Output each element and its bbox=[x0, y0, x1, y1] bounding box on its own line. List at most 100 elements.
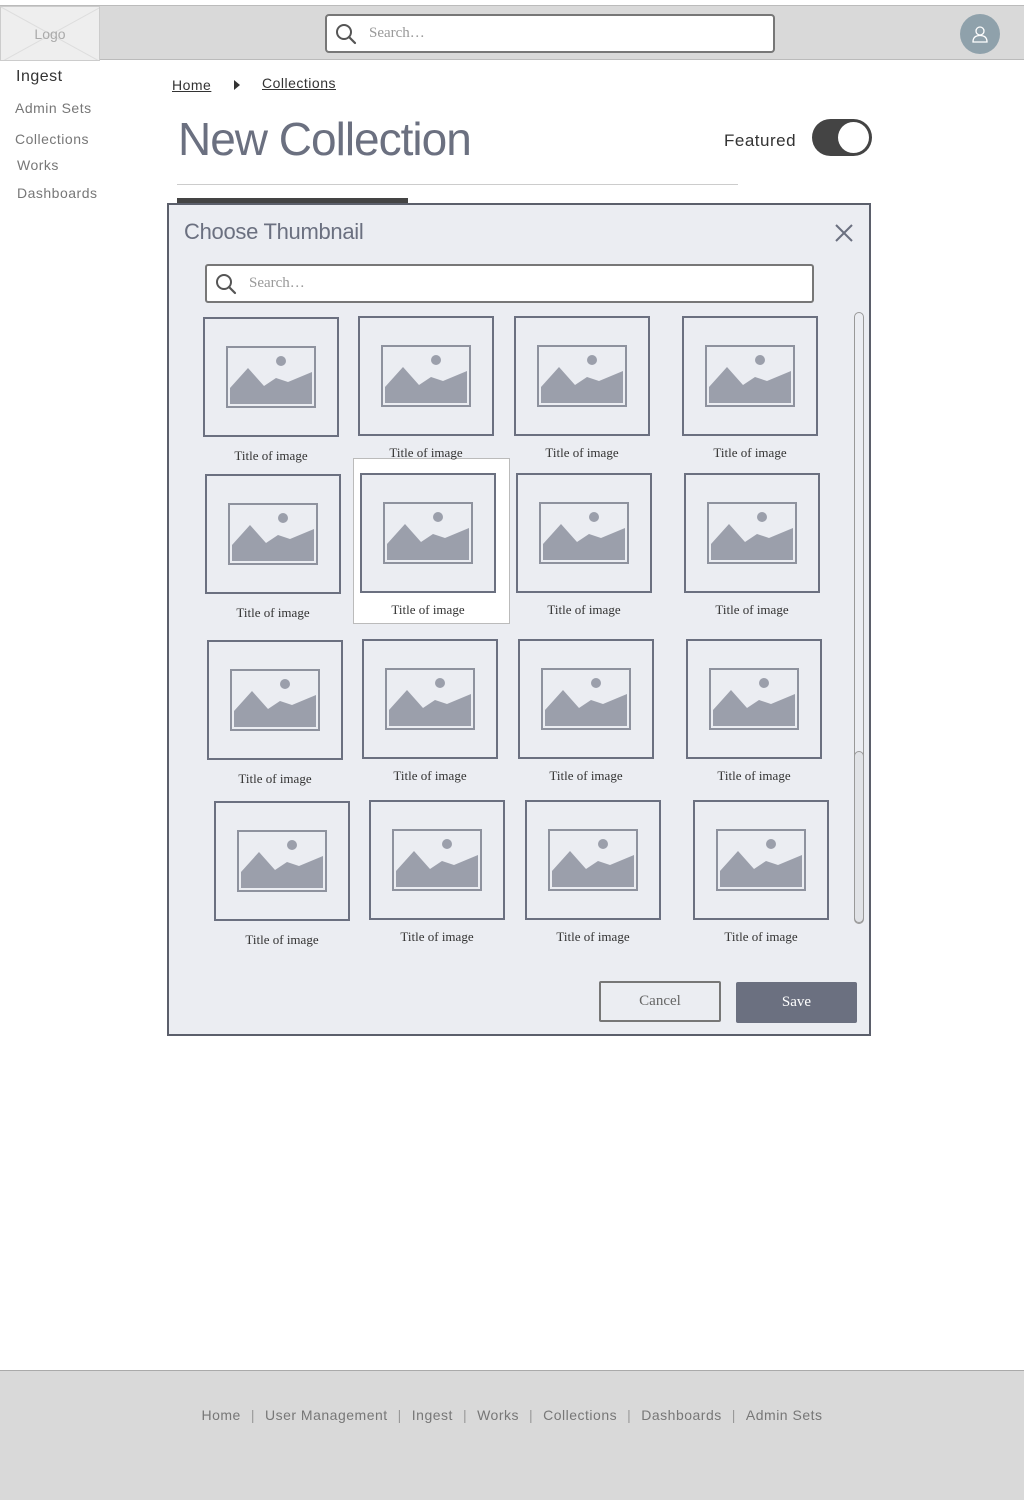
modal-title: Choose Thumbnail bbox=[184, 219, 364, 244]
footer-separator: | bbox=[397, 1407, 402, 1423]
breadcrumb-chevron-icon bbox=[234, 80, 240, 90]
thumbnail-caption: Title of image bbox=[547, 602, 621, 617]
footer-link[interactable]: Dashboards bbox=[641, 1407, 722, 1423]
thumbnail-item[interactable]: Title of image bbox=[203, 317, 339, 464]
footer-link[interactable]: Home bbox=[201, 1407, 240, 1423]
thumbnail-item[interactable]: Title of image bbox=[207, 640, 343, 787]
image-placeholder-icon bbox=[537, 345, 627, 407]
thumbnail-image[interactable] bbox=[682, 316, 818, 436]
thumbnail-item[interactable]: Title of image bbox=[214, 801, 350, 948]
featured-label: Featured bbox=[724, 131, 797, 150]
thumbnail-caption: Title of image bbox=[391, 602, 465, 617]
search-icon bbox=[336, 23, 357, 44]
breadcrumb-collections[interactable]: Collections bbox=[262, 75, 336, 91]
global-search[interactable] bbox=[325, 14, 775, 53]
thumbnail-item[interactable]: Title of image bbox=[525, 800, 661, 945]
logo-text: Logo bbox=[34, 25, 66, 42]
image-placeholder-icon bbox=[548, 829, 638, 891]
image-placeholder-icon bbox=[709, 668, 799, 730]
thumbnail-search-input[interactable] bbox=[247, 274, 812, 293]
thumbnail-caption: Title of image bbox=[238, 771, 312, 786]
thumbnail-image[interactable] bbox=[684, 473, 820, 593]
thumbnail-image[interactable] bbox=[516, 473, 652, 593]
top-header: Logo bbox=[0, 5, 1024, 61]
thumbnail-image[interactable] bbox=[686, 639, 822, 759]
thumbnail-image[interactable] bbox=[205, 474, 341, 594]
thumbnail-item[interactable]: Title of image bbox=[358, 316, 494, 461]
image-placeholder-icon bbox=[381, 345, 471, 407]
thumbnail-image[interactable] bbox=[214, 801, 350, 921]
logo[interactable]: Logo bbox=[0, 6, 100, 61]
footer-separator: | bbox=[250, 1407, 255, 1423]
thumbnail-caption: Title of image bbox=[236, 605, 310, 620]
footer-link[interactable]: Works bbox=[477, 1407, 519, 1423]
user-avatar[interactable] bbox=[960, 14, 1000, 54]
choose-thumbnail-modal: Choose Thumbnail Title of image Title of … bbox=[167, 203, 871, 1036]
image-placeholder-icon bbox=[707, 502, 797, 564]
image-placeholder-icon bbox=[705, 345, 795, 407]
thumbnail-image[interactable] bbox=[203, 317, 339, 437]
thumbnail-image[interactable] bbox=[525, 800, 661, 920]
thumbnail-image[interactable] bbox=[360, 473, 496, 593]
thumbnail-item[interactable]: Title of image bbox=[360, 473, 496, 618]
thumbnail-item[interactable]: Title of image bbox=[518, 639, 654, 784]
footer-link[interactable]: User Management bbox=[265, 1407, 388, 1423]
thumbnail-item[interactable]: Title of image bbox=[514, 316, 650, 461]
thumbnail-image[interactable] bbox=[693, 800, 829, 920]
thumbnail-item[interactable]: Title of image bbox=[693, 800, 829, 945]
sidebar-title-ingest[interactable]: Ingest bbox=[16, 68, 63, 86]
footer-link[interactable]: Admin Sets bbox=[746, 1407, 823, 1423]
thumbnail-image[interactable] bbox=[514, 316, 650, 436]
thumbnail-item[interactable]: Title of image bbox=[362, 639, 498, 784]
sidebar-item-admin-sets[interactable]: Admin Sets bbox=[15, 100, 92, 116]
sidebar-item-collections[interactable]: Collections bbox=[15, 131, 89, 147]
close-icon[interactable] bbox=[833, 222, 855, 244]
thumbnail-caption: Title of image bbox=[556, 929, 630, 944]
thumbnail-item[interactable]: Title of image bbox=[516, 473, 652, 618]
search-icon bbox=[216, 273, 237, 294]
footer-link[interactable]: Ingest bbox=[412, 1407, 453, 1423]
toggle-knob bbox=[838, 122, 869, 153]
thumbnail-caption: Title of image bbox=[717, 768, 791, 783]
image-placeholder-icon bbox=[237, 830, 327, 892]
sidebar-item-works[interactable]: Works bbox=[17, 157, 59, 173]
thumbnail-item[interactable]: Title of image bbox=[205, 474, 341, 621]
thumbnail-caption: Title of image bbox=[245, 932, 319, 947]
image-placeholder-icon bbox=[539, 502, 629, 564]
featured-toggle[interactable] bbox=[812, 119, 872, 156]
thumbnail-item[interactable]: Title of image bbox=[682, 316, 818, 461]
image-placeholder-icon bbox=[228, 503, 318, 565]
image-placeholder-icon bbox=[541, 668, 631, 730]
thumbnail-search[interactable] bbox=[205, 264, 814, 303]
footer-separator: | bbox=[627, 1407, 632, 1423]
thumbnail-item[interactable]: Title of image bbox=[684, 473, 820, 618]
image-placeholder-icon bbox=[392, 829, 482, 891]
thumbnail-image[interactable] bbox=[362, 639, 498, 759]
scrollbar-thumb[interactable] bbox=[854, 751, 864, 923]
thumbnail-item[interactable]: Title of image bbox=[369, 800, 505, 945]
global-search-input[interactable] bbox=[367, 24, 773, 43]
breadcrumb-home[interactable]: Home bbox=[172, 77, 211, 93]
thumbnail-caption: Title of image bbox=[724, 929, 798, 944]
thumbnail-image[interactable] bbox=[358, 316, 494, 436]
footer-link[interactable]: Collections bbox=[543, 1407, 617, 1423]
thumbnail-image[interactable] bbox=[369, 800, 505, 920]
modal-scrollbar[interactable] bbox=[854, 312, 864, 924]
thumbnail-item[interactable]: Title of image bbox=[686, 639, 822, 784]
sidebar-item-dashboards[interactable]: Dashboards bbox=[17, 185, 98, 201]
footer-separator: | bbox=[529, 1407, 534, 1423]
image-placeholder-icon bbox=[383, 502, 473, 564]
footer-separator: | bbox=[462, 1407, 468, 1423]
save-button[interactable]: Save bbox=[736, 982, 857, 1023]
thumbnail-image[interactable] bbox=[207, 640, 343, 760]
footer-links: Home | User Management | Ingest | Works | Collec… bbox=[0, 1407, 1024, 1423]
thumbnail-image[interactable] bbox=[518, 639, 654, 759]
thumbnail-caption: Title of image bbox=[715, 602, 789, 617]
image-placeholder-icon bbox=[716, 829, 806, 891]
thumbnail-caption: Title of image bbox=[545, 445, 619, 460]
thumbnail-caption: Title of image bbox=[400, 929, 474, 944]
image-placeholder-icon bbox=[226, 346, 316, 408]
user-icon bbox=[972, 26, 988, 43]
cancel-button[interactable]: Cancel bbox=[599, 981, 721, 1022]
footer: Home | User Management | Ingest | Works | Collec… bbox=[0, 1370, 1024, 1500]
